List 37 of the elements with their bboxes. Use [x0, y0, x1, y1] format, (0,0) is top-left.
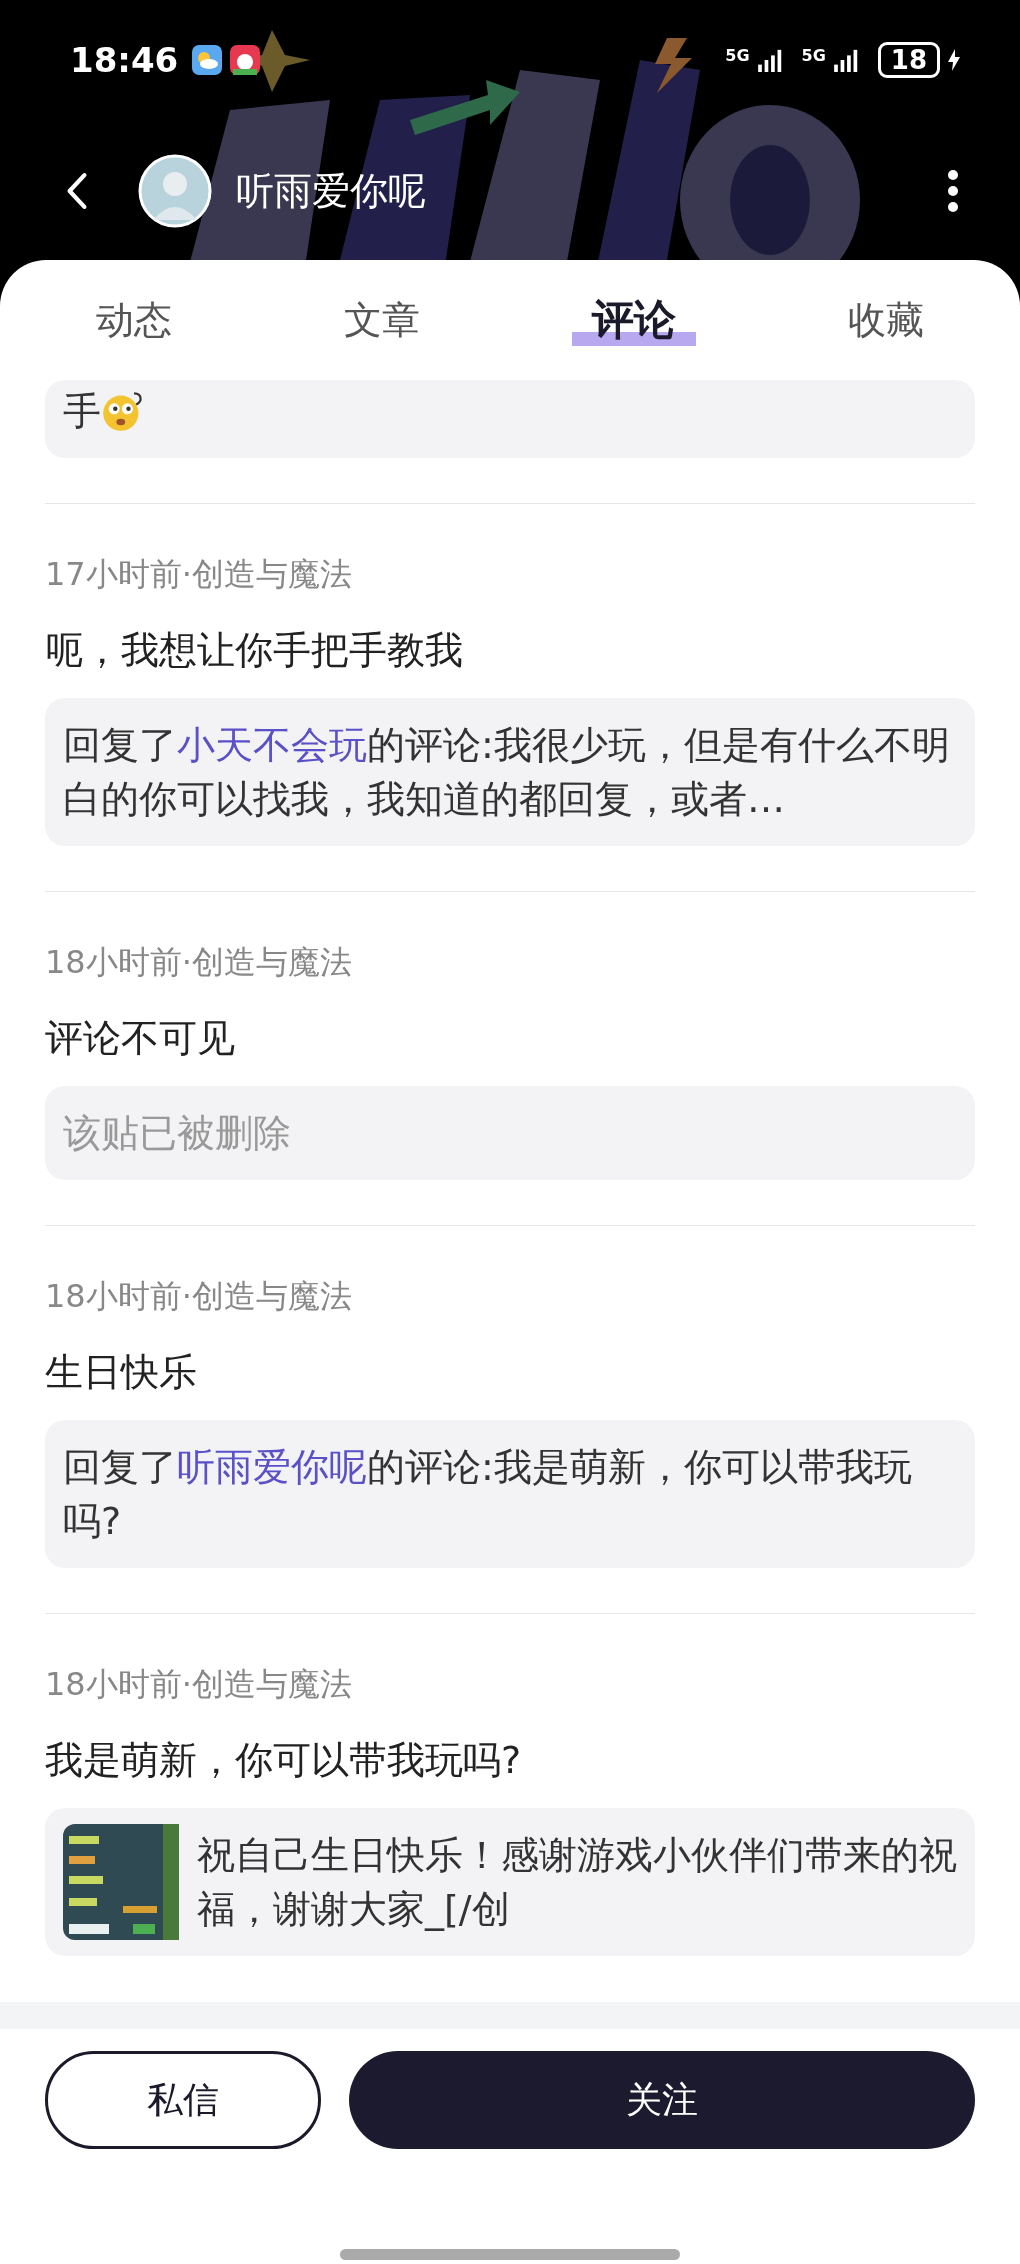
- tab[interactable]: 收藏: [828, 290, 944, 350]
- user-link[interactable]: 听雨爱你呢: [177, 1445, 367, 1489]
- comment-meta: 18小时前·创造与魔法: [45, 942, 353, 983]
- tab[interactable]: 动态: [76, 290, 192, 350]
- user-link[interactable]: 小天不会玩: [177, 723, 367, 767]
- avatar[interactable]: [138, 154, 212, 228]
- comment-text: 我是萌新，你可以带我玩吗?: [45, 1737, 523, 1784]
- follow-button[interactable]: 关注: [349, 2051, 975, 2149]
- network-label: 5G: [725, 46, 750, 65]
- deleted-notice: 该贴已被删除: [63, 1110, 292, 1157]
- back-icon[interactable]: [66, 172, 88, 210]
- network-label: 5G: [801, 46, 826, 65]
- comment-text: 生日快乐: [45, 1349, 198, 1396]
- comment-text: 评论不可见: [45, 1015, 236, 1062]
- status-time: 18:46: [70, 40, 179, 80]
- comment-meta: 18小时前·创造与魔法: [45, 1664, 353, 1705]
- game-app-icon: [230, 45, 261, 75]
- quote-text: 回复了小天不会玩的评论:我很少玩，但是有什么不明白的你可以找我，我知道的都回复，或者…: [63, 722, 951, 823]
- username: 听雨爱你呢: [236, 167, 426, 215]
- arrow-sticker-icon: [410, 80, 520, 135]
- quote-text: 回复了 听雨爱你呢的评论:我是萌新，你可以带我玩吗?: [63, 1444, 913, 1545]
- charging-icon: [948, 49, 960, 71]
- confused-emoji-icon: [101, 389, 145, 433]
- comment-text: 呃，我想让你手把手教我: [45, 627, 464, 674]
- tab[interactable]: 文章: [324, 290, 440, 350]
- quote-card[interactable]: 回复了小天不会玩的评论:我很少玩，但是有什么不明白的你可以找我，我知道的都回复，或者…: [45, 698, 975, 846]
- post-title: 祝自己生日快乐！感谢游戏小伙伴们带来的祝福，谢谢大家_[/创: [197, 1832, 957, 1933]
- more-icon[interactable]: [946, 169, 960, 213]
- lightning-sticker-icon: [655, 38, 692, 93]
- quote-text: 手: [63, 388, 101, 435]
- post-card[interactable]: 祝自己生日快乐！感谢游戏小伙伴们带来的祝福，谢谢大家_[/创: [45, 1808, 975, 1956]
- comment-meta: 18小时前·创造与魔法: [45, 1276, 353, 1317]
- weather-app-icon: [192, 45, 223, 75]
- comment-meta: 17小时前·创造与魔法: [45, 554, 353, 595]
- message-button[interactable]: 私信: [45, 2051, 321, 2149]
- battery-indicator: 18: [877, 42, 940, 78]
- quote-card[interactable]: 回复了 听雨爱你呢的评论:我是萌新，你可以带我玩吗?: [45, 1420, 975, 1568]
